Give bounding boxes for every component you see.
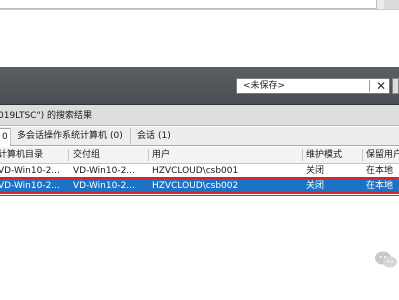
top-scrollbar[interactable]: [384, 0, 399, 9]
cell-maintenance: 关闭: [306, 166, 325, 176]
empty-area: [0, 10, 399, 67]
results-title: 019LTSC") 的搜索结果: [0, 111, 92, 121]
red-highlight-box: [0, 177, 399, 194]
close-icon[interactable]: ✕: [372, 78, 390, 94]
column-header-keep-user[interactable]: 保留用户: [366, 147, 399, 163]
saved-search-combo[interactable]: <未保存>: [236, 78, 390, 94]
toolbar-edge-button[interactable]: [392, 78, 399, 94]
tab-multi-session[interactable]: 多会话操作系统计算机 (0): [10, 128, 129, 144]
column-separator[interactable]: [362, 149, 363, 161]
tab-count: (1): [158, 131, 171, 141]
tab-label: 会话: [137, 131, 156, 141]
tab-sessions[interactable]: 会话 (1): [130, 128, 177, 144]
top-input-edge[interactable]: [0, 0, 377, 9]
cell-delivery-group: VD-Win10-2...: [73, 166, 135, 176]
tab-label: 多会话操作系统计算机: [17, 131, 108, 141]
combo-divider: [369, 80, 370, 92]
red-underline: [0, 195, 399, 196]
column-separator[interactable]: [68, 149, 69, 161]
column-header-maintenance[interactable]: 维护模式: [306, 147, 361, 163]
tab-label: 0: [2, 132, 8, 142]
column-separator[interactable]: [148, 149, 149, 161]
saved-search-value: <未保存>: [243, 81, 286, 91]
tab-count: (0): [110, 131, 123, 141]
wechat-icon: [375, 251, 397, 268]
cell-user: HZVCLOUD\csb001: [152, 166, 239, 176]
cell-keep-user: 在本地: [366, 166, 394, 176]
cell-catalog: VD-Win10-2...: [0, 166, 60, 176]
column-header-catalog[interactable]: 计算机目录: [0, 147, 66, 163]
top-strip: [0, 0, 399, 10]
column-header-delivery-group[interactable]: 交付组: [73, 147, 147, 163]
table-row[interactable]: VD-Win10-2... VD-Win10-2... HZVCLOUD\csb…: [0, 164, 399, 178]
empty-grid-area: [0, 197, 399, 300]
column-header-user[interactable]: 用户: [152, 147, 300, 163]
column-separator[interactable]: [302, 149, 303, 161]
